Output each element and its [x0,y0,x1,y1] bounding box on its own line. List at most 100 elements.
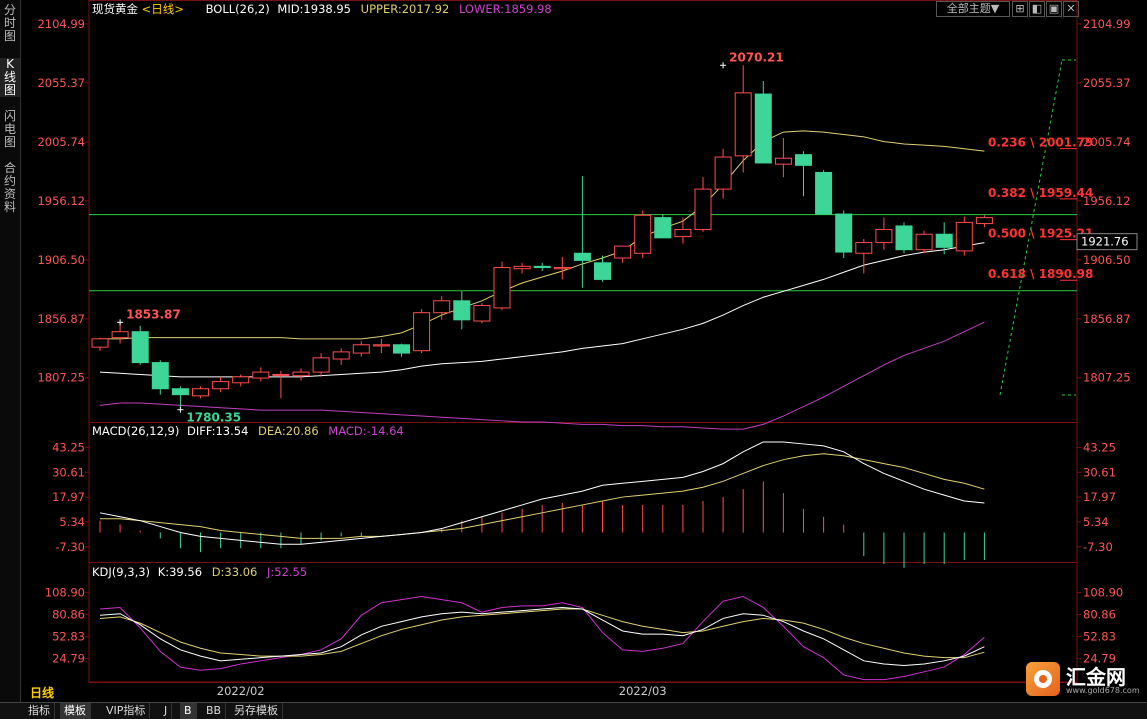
candle [815,170,833,215]
y-tick-label: 43.25 [1083,440,1116,454]
candle-body [413,312,431,352]
candle [654,214,672,239]
candle-body [433,300,451,314]
split-view-icon[interactable]: ◧ [1029,1,1045,17]
candle-body [272,373,290,376]
kdj-j: J:52.55 [266,565,307,579]
candle-body [332,351,350,360]
current-price-label: 1921.76 [1081,235,1129,249]
candle [111,322,129,344]
y-tick-label: 52.83 [1083,630,1116,644]
y-tick-label: 1807.25 [1083,371,1131,385]
tab-templates[interactable]: 模板 [60,703,91,719]
y-tick-label: 30.61 [52,465,85,479]
chart-canvas[interactable]: 2104.99 2104.992055.37 2055.372005.74 2005.… [0,0,1147,702]
candle-body [91,338,109,348]
candle [975,215,993,228]
fib-level-label: 0.236 \ 2001.79 [988,136,1093,150]
candle-body [875,229,893,244]
candle [91,337,109,351]
tab-bb[interactable]: BB [202,703,227,719]
y-tick-label: 2005.74 [37,135,85,149]
candle-body [533,265,551,269]
candle-body [674,229,692,238]
candle-body [935,233,953,248]
tab-j[interactable]: J [160,703,173,719]
candle [171,386,189,410]
grid [85,0,1081,683]
price-annotation: 2070.21 [729,50,784,64]
candle-body [171,388,189,396]
y-tick-label: 1856.87 [37,312,85,326]
candle-body [212,381,230,390]
kdj-k: K:39.56 [158,565,202,579]
y-tick-label: 1906.50 [37,253,85,267]
tab-indicators[interactable]: 指标 [24,703,55,719]
kdj-d-line [99,608,985,659]
candle [714,148,732,199]
maximize-icon[interactable]: ▣ [1046,1,1062,17]
candle [493,261,511,311]
candle-body [634,214,652,254]
macd-header: MACD(26,12,9) DIFF:13.54 DEA:20.86 MACD:… [92,424,404,438]
tab-vip-indicators[interactable]: VIP指标 [102,703,151,719]
kdj-k-line [99,606,985,667]
boll-lower: LOWER:1859.98 [459,2,552,16]
fib-level-label: 0.618 \ 1890.98 [988,267,1093,281]
candle-body [955,221,973,252]
candle-body [553,267,571,270]
y-tick-label: -7.30 [55,540,85,554]
candle [453,291,471,330]
candle [272,370,290,399]
y-tick-label: 108.90 [45,586,85,600]
candle-body [352,344,370,354]
logo: 汇金网 www.gold678.com [1026,662,1140,696]
kdj-d: D:33.06 [212,565,258,579]
y-tick-label: 2104.99 [1083,17,1131,31]
x-axis-label: 2022/03 [619,684,667,698]
y-tick-label: 30.61 [1083,465,1116,479]
candle [372,338,390,354]
candle [212,376,230,393]
panel-frame [88,422,1078,563]
period-label: <日线> [142,2,184,16]
candle-body [654,217,672,239]
tab-b[interactable]: B [180,703,197,719]
y-tick-label: 1956.12 [37,194,85,208]
candle-body [895,225,913,251]
period-indicator: 日线 [30,686,55,700]
kdj-header: KDJ(9,3,3) K:39.56 D:33.06 J:52.55 [92,565,307,579]
theme-dropdown[interactable]: 全部主题▼ [936,1,1010,17]
candle-body [493,267,511,309]
candle [915,230,933,254]
y-tick-label: 2055.37 [1083,76,1131,90]
candle [393,343,410,357]
candle [855,239,873,274]
y-tick-label: 5.34 [1083,515,1109,529]
price-panel: 2104.99 2104.992055.37 2055.372005.74 2005.… [37,17,1138,698]
candle-body [292,371,310,377]
candle-body [151,362,169,390]
candle-body [734,92,752,157]
candle [955,216,973,256]
candle-body [714,156,732,190]
y-tick-label: -7.30 [1083,540,1113,554]
candle-body [252,371,270,379]
candle-body [774,157,792,165]
candle [513,262,531,274]
panel-frame [88,0,1078,423]
y-tick-label: 1807.25 [37,371,85,385]
candle-body [915,233,933,251]
y-tick-label: 2104.99 [37,17,85,31]
candle [774,138,792,178]
candle-body [192,388,209,397]
candle [795,151,812,197]
candle-body [312,357,330,373]
tab-save-template[interactable]: 另存模板 [230,703,283,719]
close-icon[interactable]: ✕ [1063,1,1079,17]
main-header: 现货黄金 <日线> BOLL(26,2) MID:1938.95 UPPER:2… [92,2,552,16]
boll-mid-line [99,242,985,378]
y-tick-label: 1906.50 [1083,253,1131,267]
y-tick-label: 17.97 [1083,490,1116,504]
layout-grid-icon[interactable]: ⊞ [1012,1,1028,17]
